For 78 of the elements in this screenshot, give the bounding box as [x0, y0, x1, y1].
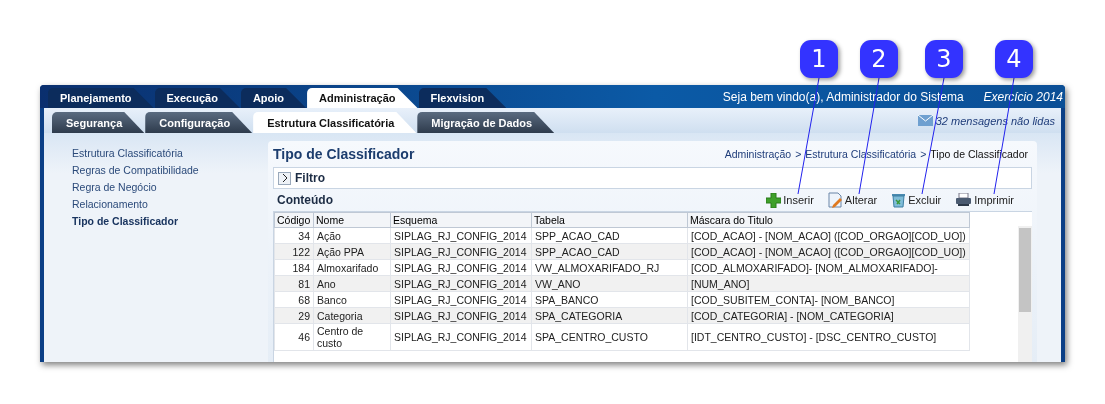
sub-tab[interactable]: Migração de Dados	[417, 112, 555, 133]
table-cell: SPP_ACAO_CAD	[531, 243, 688, 260]
column-header[interactable]: Esquema	[390, 212, 532, 228]
table-cell: SPA_BANCO	[531, 291, 688, 308]
sub-tab[interactable]: Estrutura Classificatória	[253, 112, 417, 133]
table-cell: [COD_ACAO] - [NOM_ACAO] ([COD_ORGAO][COD_UO])	[687, 243, 970, 260]
toolbar-button[interactable]: Inserir	[766, 192, 814, 208]
table-cell: SIPLAG_RJ_CONFIG_2014	[390, 259, 532, 276]
table-cell: 29	[274, 307, 314, 324]
table-cell: [COD_SUBITEM_CONTA]- [NOM_BANCO]	[687, 291, 970, 308]
filter-label[interactable]: Filtro	[295, 171, 325, 185]
table-cell: 122	[274, 243, 314, 260]
envelope-icon[interactable]	[917, 115, 933, 126]
section-title: Conteúdo	[277, 193, 333, 207]
table-cell: 184	[274, 259, 314, 276]
table-cell: Almoxarifado	[313, 259, 391, 276]
callout-badge: 4	[995, 40, 1033, 78]
table-cell: SPA_CATEGORIA	[531, 307, 688, 324]
table-cell: [NUM_ANO]	[687, 275, 970, 292]
table-cell: Categoria	[313, 307, 391, 324]
nav-tab[interactable]: Flexvision	[418, 88, 507, 108]
breadcrumb-link[interactable]: Tipo de Classificador	[930, 148, 1028, 160]
callout-badge: 3	[925, 40, 963, 78]
table-cell: SIPLAG_RJ_CONFIG_2014	[390, 227, 532, 244]
table-cell: [COD_ALMOXARIFADO]- [NOM_ALMOXARIFADO]-	[687, 259, 970, 276]
table-cell: SIPLAG_RJ_CONFIG_2014	[390, 307, 532, 324]
table-cell: Ano	[313, 275, 391, 292]
toolbar-button[interactable]: Imprimir	[955, 192, 1014, 208]
table-cell: Ação	[313, 227, 391, 244]
breadcrumb-link[interactable]: Administração	[724, 148, 792, 160]
trash-icon	[891, 192, 907, 208]
callout-badge: 2	[860, 40, 898, 78]
table-cell: VW_ALMOXARIFADO_RJ	[531, 259, 688, 276]
breadcrumb-separator: >	[795, 148, 802, 160]
column-header[interactable]: Tabela	[531, 212, 688, 228]
table-cell: VW_ANO	[531, 275, 688, 292]
callout-badge: 1	[800, 40, 838, 78]
toolbar-button[interactable]: Alterar	[827, 192, 878, 208]
sidebar-item[interactable]: Regras de Compatibilidade	[72, 164, 264, 176]
nav-tab[interactable]: Apoio	[240, 88, 307, 108]
page-title: Tipo de Classificador	[273, 146, 415, 162]
breadcrumb-separator: >	[920, 148, 927, 160]
table-cell: Banco	[313, 291, 391, 308]
table-cell: SIPLAG_RJ_CONFIG_2014	[390, 291, 532, 308]
nav-tab[interactable]: Planejamento	[48, 88, 154, 108]
exercise-year: Exercício 2014	[983, 89, 1063, 104]
table-cell: SIPLAG_RJ_CONFIG_2014	[390, 243, 532, 260]
plus-icon	[766, 192, 782, 208]
sidebar-item[interactable]: Tipo de Classificador	[72, 215, 264, 227]
table-cell: Centro de custo	[313, 323, 391, 351]
table-cell: SPA_CENTRO_CUSTO	[531, 323, 688, 351]
sidebar-item[interactable]: Regra de Negócio	[72, 181, 264, 193]
table-cell: SPP_ACAO_CAD	[531, 227, 688, 244]
column-header[interactable]: Máscara do Titulo	[687, 212, 970, 228]
welcome-text: Seja bem vindo(a), Administrador do Sistema	[722, 89, 964, 104]
table-cell: [COD_CATEGORIA] - [NOM_CATEGORIA]	[687, 307, 970, 324]
sidebar-item[interactable]: Relacionamento	[72, 198, 264, 210]
table-cell: SIPLAG_RJ_CONFIG_2014	[390, 323, 532, 351]
toolbar-button[interactable]: Excluir	[891, 192, 942, 208]
table-cell: 46	[274, 323, 314, 351]
table-cell: SIPLAG_RJ_CONFIG_2014	[390, 275, 532, 292]
table-cell: 68	[274, 291, 314, 308]
nav-tab[interactable]: Execução	[154, 88, 240, 108]
printer-icon	[955, 193, 973, 207]
table-cell: 34	[274, 227, 314, 244]
table-cell: [IDT_CENTRO_CUSTO] - [DSC_CENTRO_CUSTO]	[687, 323, 970, 351]
nav-tab[interactable]: Administração	[307, 88, 418, 108]
column-header[interactable]: Código	[274, 212, 314, 228]
sub-tab[interactable]: Configuração	[145, 112, 253, 133]
scrollbar[interactable]	[1018, 226, 1032, 362]
table-cell: Ação PPA	[313, 243, 391, 260]
breadcrumb-link[interactable]: Estrutura Classificatória	[805, 148, 917, 160]
table-cell: [COD_ACAO] - [NOM_ACAO] ([COD_ORGAO][COD_UO])	[687, 227, 970, 244]
sidebar-item[interactable]: Estrutura Classificatória	[72, 147, 264, 159]
sub-tab[interactable]: Segurança	[52, 112, 145, 133]
table-cell: 81	[274, 275, 314, 292]
edit-icon	[827, 192, 843, 208]
column-header[interactable]: Nome	[313, 212, 391, 228]
